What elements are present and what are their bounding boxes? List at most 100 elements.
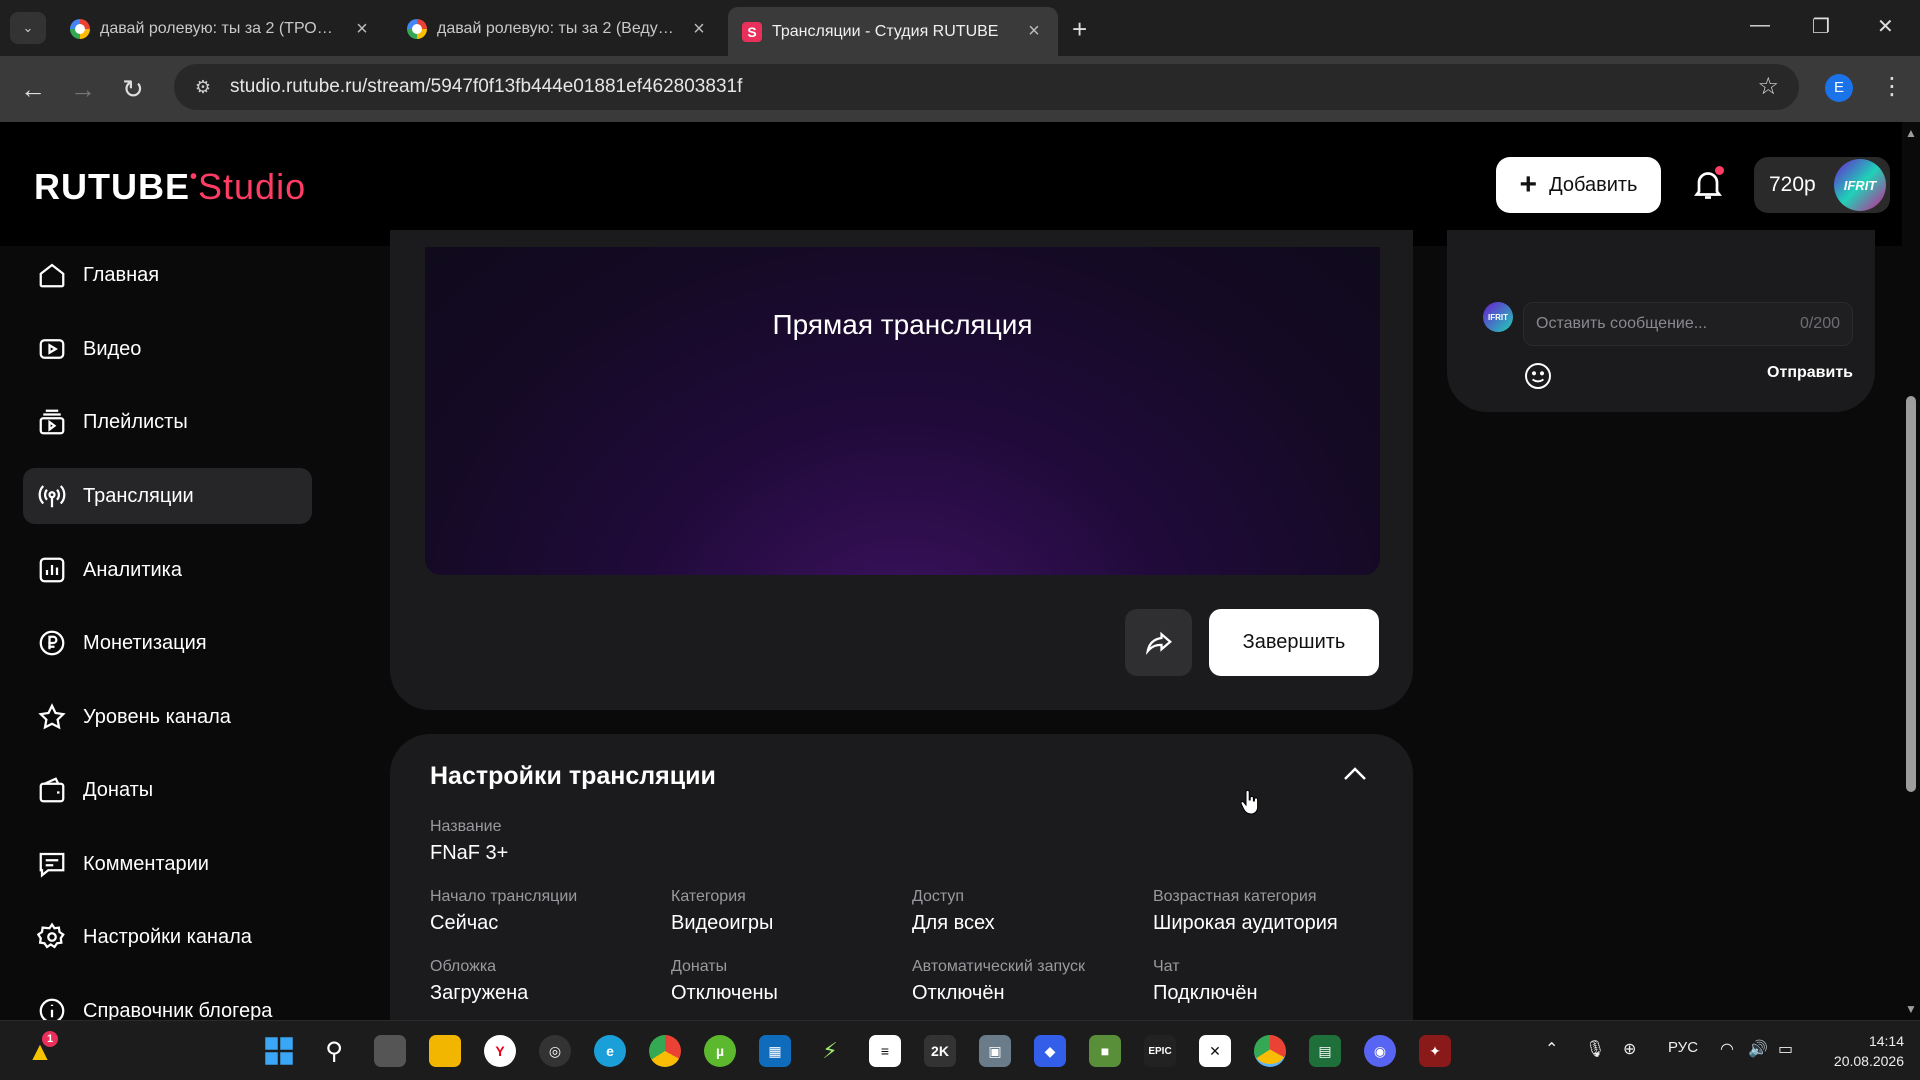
stream-player[interactable]: Прямая трансляция bbox=[425, 247, 1380, 575]
scroll-down-arrow-icon[interactable]: ▼ bbox=[1905, 1002, 1917, 1016]
tray-chevron-up-icon[interactable]: ⌃ bbox=[1545, 1039, 1558, 1059]
close-tab-icon[interactable]: × bbox=[689, 18, 709, 41]
chrome-icon[interactable] bbox=[649, 1035, 681, 1067]
notifications-bell-icon[interactable] bbox=[1690, 166, 1726, 202]
close-window-icon[interactable]: ✕ bbox=[1877, 14, 1894, 39]
emoji-icon[interactable] bbox=[1522, 360, 1554, 392]
quality-selector[interactable]: 720p IFRIT bbox=[1754, 157, 1890, 213]
sidebar-item-home[interactable]: Главная bbox=[23, 247, 312, 303]
chat-input[interactable] bbox=[1536, 315, 1800, 333]
field-value: Отключены bbox=[671, 982, 778, 1004]
sidebar-item-broadcasts[interactable]: Трансляции bbox=[23, 468, 312, 524]
field-value: Подключён bbox=[1153, 982, 1258, 1004]
forward-icon[interactable]: → bbox=[70, 74, 96, 105]
address-bar[interactable]: ⚙ studio.rutube.ru/stream/5947f0f13fb444… bbox=[174, 64, 1799, 110]
field-value: FNaF 3+ bbox=[430, 842, 509, 864]
chevron-down-icon: ⌄ bbox=[22, 20, 34, 35]
url-text: studio.rutube.ru/stream/5947f0f13fb444e0… bbox=[230, 76, 743, 97]
back-icon[interactable]: ← bbox=[20, 74, 46, 105]
rutube-studio-icon: S bbox=[742, 21, 762, 42]
taskbar: ▲ 1 ⚲ Y ◎ e µ ▦ ⚡ ≡ 2K ▣ ◆ ■ EPIC ✕ ▤ ◉ … bbox=[0, 1020, 1920, 1080]
sidebar-item-analytics[interactable]: Аналитика bbox=[23, 542, 312, 598]
page-scrollbar[interactable]: ▲ ▼ bbox=[1902, 122, 1920, 1020]
site-settings-icon[interactable]: ⚙ bbox=[190, 74, 216, 100]
field-value: Сейчас bbox=[430, 912, 499, 934]
home-icon bbox=[39, 263, 65, 288]
sidebar-item-donations[interactable]: Донаты bbox=[23, 762, 312, 818]
volume-icon[interactable]: 🔊 bbox=[1748, 1039, 1768, 1059]
plus-icon: + bbox=[1519, 168, 1538, 201]
epic-games-icon[interactable]: EPIC bbox=[1144, 1035, 1176, 1067]
sidebar-item-comments[interactable]: Комментарии bbox=[23, 836, 312, 892]
browser-tab-3[interactable]: S Трансляции - Студия RUTUBE × bbox=[728, 7, 1058, 56]
search-icon[interactable]: ⚲ bbox=[318, 1035, 350, 1067]
tab-title: давай ролевую: ты за 2 (Ведущий)... bbox=[437, 20, 679, 37]
battery-icon[interactable]: ▭ bbox=[1778, 1039, 1793, 1059]
network-settings-icon[interactable]: ⊕ bbox=[1623, 1039, 1636, 1059]
chrome-active-icon[interactable] bbox=[1254, 1035, 1286, 1067]
sidebar-item-playlists[interactable]: Плейлисты bbox=[23, 394, 312, 450]
reload-icon[interactable]: ↻ bbox=[122, 74, 144, 105]
game-launcher-icon[interactable]: ▣ bbox=[979, 1035, 1011, 1067]
chevron-up-icon[interactable] bbox=[1342, 764, 1368, 784]
capcut-icon[interactable]: ✕ bbox=[1199, 1035, 1231, 1067]
app-header: RUTUBE•Studio + Добавить 720p IFRIT bbox=[0, 122, 1902, 246]
rutube-studio-logo[interactable]: RUTUBE•Studio bbox=[34, 166, 306, 208]
mod-launcher-icon[interactable]: ▤ bbox=[1309, 1035, 1341, 1067]
task-view-icon[interactable] bbox=[374, 1035, 406, 1067]
scrollbar-thumb[interactable] bbox=[1906, 396, 1916, 792]
share-button[interactable] bbox=[1125, 609, 1192, 676]
finish-button[interactable]: Завершить bbox=[1209, 609, 1379, 676]
microphone-icon[interactable]: 🎙 bbox=[1585, 1039, 1605, 1059]
lightning-app-icon[interactable]: ⚡ bbox=[814, 1035, 846, 1067]
terminal-app-icon[interactable]: ≡ bbox=[869, 1035, 901, 1067]
restore-icon[interactable]: ❐ bbox=[1812, 14, 1830, 39]
file-explorer-icon[interactable] bbox=[429, 1035, 461, 1067]
sidebar-item-channel-settings[interactable]: Настройки канала bbox=[23, 909, 312, 965]
chat-user-avatar: IFRIT bbox=[1483, 302, 1513, 332]
field-category: Категория Видеоигры bbox=[671, 888, 911, 935]
send-button[interactable]: Отправить bbox=[1767, 364, 1853, 382]
tab-search-button[interactable]: ⌄ bbox=[10, 12, 46, 44]
bookmark-star-icon[interactable]: ☆ bbox=[1757, 72, 1779, 101]
browser-tab-2[interactable]: давай ролевую: ты за 2 (Ведущий)... × bbox=[393, 9, 723, 49]
field-label: Донаты bbox=[671, 958, 728, 975]
game-app-icon[interactable]: ✦ bbox=[1419, 1035, 1451, 1067]
utorrent-icon[interactable]: µ bbox=[704, 1035, 736, 1067]
edge-icon[interactable]: e bbox=[594, 1035, 626, 1067]
profile-avatar[interactable]: E bbox=[1825, 74, 1853, 102]
sidebar-item-video[interactable]: Видео bbox=[23, 321, 312, 377]
add-button[interactable]: + Добавить bbox=[1496, 157, 1661, 213]
user-avatar[interactable]: IFRIT bbox=[1834, 159, 1886, 211]
wifi-icon[interactable]: ◠ bbox=[1720, 1039, 1734, 1059]
broadcast-icon bbox=[38, 485, 66, 508]
browser-tab-1[interactable]: давай ролевую: ты за 2 (ТРОТ) и ... × bbox=[56, 9, 386, 49]
scroll-up-arrow-icon[interactable]: ▲ bbox=[1905, 126, 1917, 140]
browser-menu-icon[interactable]: ⋮ bbox=[1880, 72, 1904, 101]
warning-app-icon[interactable]: ▲ 1 bbox=[24, 1031, 58, 1067]
chat-message-field[interactable]: 0/200 bbox=[1523, 302, 1853, 346]
close-tab-icon[interactable]: × bbox=[352, 18, 372, 41]
windows-start-icon[interactable] bbox=[263, 1035, 295, 1067]
microsoft-store-icon[interactable]: ▦ bbox=[759, 1035, 791, 1067]
gear-icon bbox=[37, 922, 65, 949]
field-value: Широкая аудитория bbox=[1153, 912, 1338, 934]
sidebar: Главная Видео Плейлисты Трансляции Анали… bbox=[0, 246, 330, 1024]
sidebar-item-monetization[interactable]: Монетизация bbox=[23, 615, 312, 671]
roblox-icon[interactable]: ◆ bbox=[1034, 1035, 1066, 1067]
system-clock[interactable]: 14:14 20.08.2026 bbox=[1824, 1031, 1904, 1071]
hand-cursor-icon bbox=[1240, 790, 1259, 815]
sidebar-item-label: Трансляции bbox=[83, 484, 194, 507]
close-tab-icon[interactable]: × bbox=[1024, 20, 1044, 43]
obs-icon[interactable]: ◎ bbox=[539, 1035, 571, 1067]
minecraft-icon[interactable]: ■ bbox=[1089, 1035, 1121, 1067]
2k-launcher-icon[interactable]: 2K bbox=[924, 1035, 956, 1067]
yandex-browser-icon[interactable]: Y bbox=[484, 1035, 516, 1067]
minimize-icon[interactable]: — bbox=[1750, 14, 1770, 37]
new-tab-icon[interactable]: + bbox=[1072, 14, 1087, 45]
discord-icon[interactable]: ◉ bbox=[1364, 1035, 1396, 1067]
tab-title: Трансляции - Студия RUTUBE bbox=[772, 22, 999, 40]
sidebar-item-label: Настройки канала bbox=[83, 925, 252, 948]
language-indicator[interactable]: РУС bbox=[1668, 1039, 1698, 1056]
sidebar-item-channel-level[interactable]: Уровень канала bbox=[23, 689, 312, 745]
